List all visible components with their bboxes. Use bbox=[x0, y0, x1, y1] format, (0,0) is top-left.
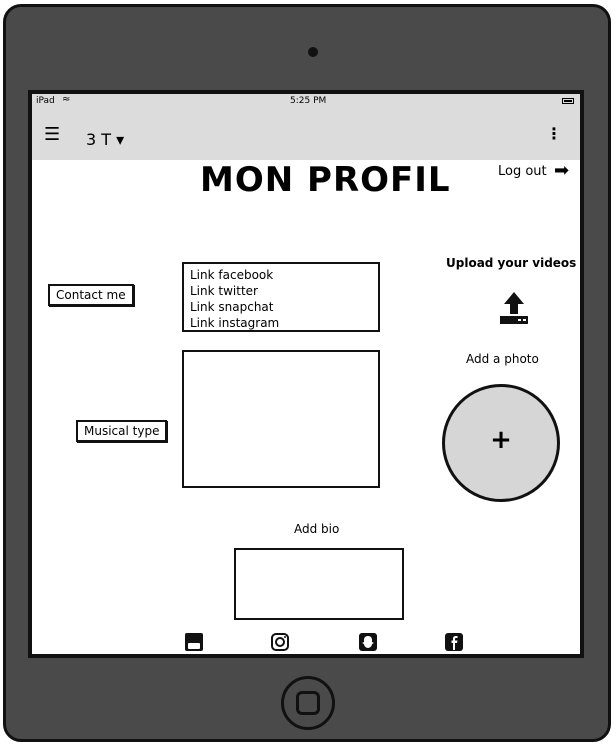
facebook-icon[interactable] bbox=[444, 632, 464, 652]
device-label: iPad bbox=[36, 96, 55, 106]
page-title: MON PROFIL bbox=[200, 160, 451, 200]
battery-icon bbox=[562, 98, 574, 104]
link-snapchat[interactable]: Link snapchat bbox=[190, 299, 372, 315]
wifi-icon: ≈ bbox=[62, 94, 71, 105]
home-square-icon bbox=[296, 691, 320, 715]
link-twitter[interactable]: Link twitter bbox=[190, 283, 372, 299]
upload-videos-label: Upload your videos bbox=[446, 256, 577, 270]
home-button[interactable] bbox=[281, 676, 335, 730]
title-dropdown-label: 3 T bbox=[86, 130, 112, 149]
status-bar: iPad ≈ 5:25 PM bbox=[32, 94, 580, 110]
logout-icon[interactable]: ➡ bbox=[554, 160, 569, 181]
contact-me-button[interactable]: Contact me bbox=[48, 284, 134, 306]
add-photo-button[interactable]: + bbox=[442, 384, 560, 502]
plus-icon: + bbox=[490, 425, 512, 455]
title-dropdown[interactable]: 3 T ▾ bbox=[86, 130, 124, 149]
snapchat-icon[interactable] bbox=[358, 632, 378, 652]
bio-textarea[interactable] bbox=[234, 548, 404, 620]
youtube-icon[interactable] bbox=[184, 632, 204, 652]
more-options-icon[interactable]: ⋮ bbox=[546, 124, 562, 143]
instagram-icon[interactable] bbox=[270, 632, 290, 652]
upload-icon[interactable] bbox=[498, 290, 530, 326]
add-photo-label: Add a photo bbox=[466, 352, 539, 366]
link-facebook[interactable]: Link facebook bbox=[190, 267, 372, 283]
toolbar: ☰ 3 T ▾ ⋮ bbox=[32, 110, 580, 160]
musical-type-box[interactable] bbox=[182, 350, 380, 488]
camera-dot bbox=[308, 47, 318, 57]
link-instagram[interactable]: Link instagram bbox=[190, 315, 372, 331]
hamburger-menu-icon[interactable]: ☰ bbox=[44, 124, 60, 145]
logout-link[interactable]: Log out bbox=[498, 164, 547, 179]
status-time: 5:25 PM bbox=[290, 96, 327, 106]
musical-type-button[interactable]: Musical type bbox=[76, 420, 168, 442]
add-bio-label: Add bio bbox=[294, 522, 340, 536]
screen: iPad ≈ 5:25 PM ☰ 3 T ▾ ⋮ MON PROFIL Log … bbox=[28, 90, 584, 658]
chevron-down-icon: ▾ bbox=[116, 130, 125, 149]
social-links-box: Link facebook Link twitter Link snapchat… bbox=[182, 262, 380, 332]
